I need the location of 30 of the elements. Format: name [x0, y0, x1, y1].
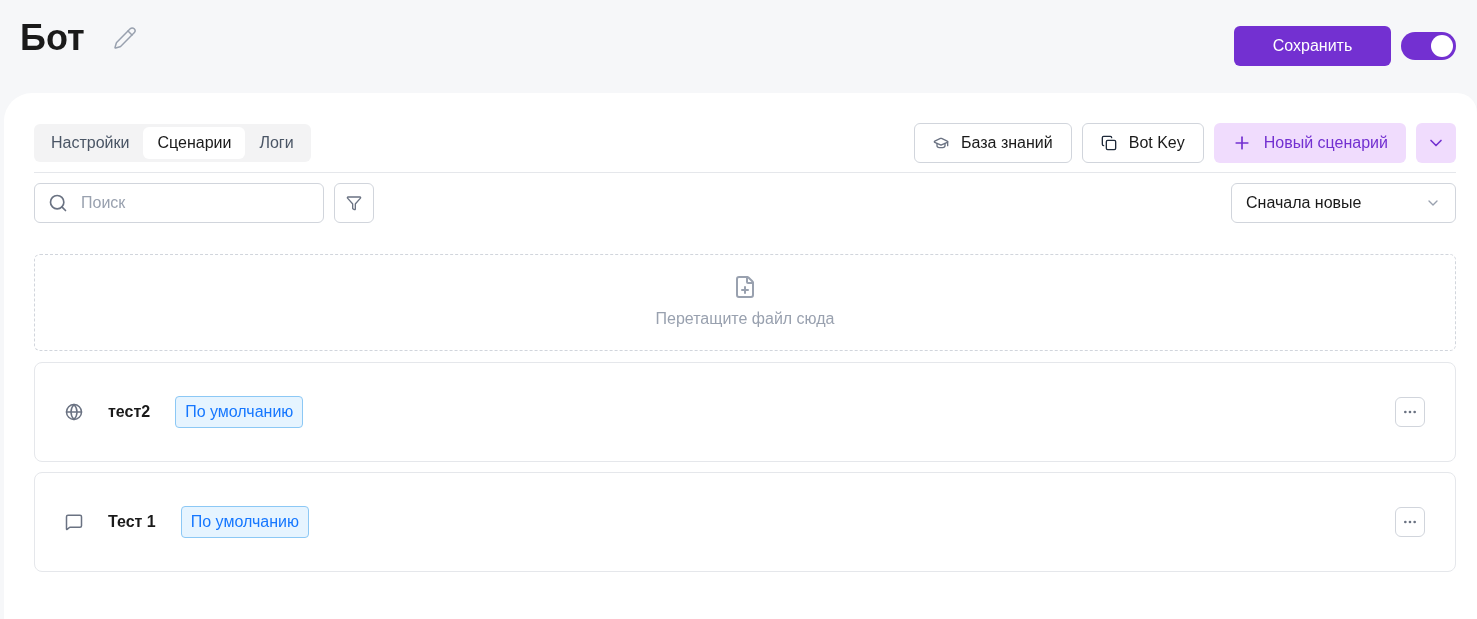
drop-zone-hint: Перетащите файл сюда	[655, 308, 835, 329]
default-tag: По умолчанию	[175, 396, 304, 428]
sort-select[interactable]: Сначала новые	[1231, 183, 1456, 223]
filter-icon	[346, 195, 362, 211]
scenario-card[interactable]: Тест 1 По умолчанию	[34, 472, 1456, 572]
file-plus-icon	[733, 274, 757, 299]
new-scenario-button[interactable]: Новый сценарий	[1213, 123, 1406, 163]
search-icon	[48, 193, 68, 213]
enable-toggle[interactable]	[1401, 32, 1456, 60]
scenario-card[interactable]: тест2 По умолчанию	[34, 362, 1456, 462]
filter-button[interactable]	[334, 183, 374, 223]
save-button[interactable]: Сохранить	[1234, 26, 1391, 66]
default-tag: По умолчанию	[180, 506, 309, 538]
copy-icon	[1100, 135, 1117, 151]
scenario-name: Тест 1	[108, 512, 156, 532]
page-title: Бот	[20, 20, 85, 56]
toolbar-button[interactable]: Bot Key	[1081, 123, 1204, 163]
tab[interactable]: Логи	[245, 127, 308, 159]
more-button[interactable]	[1395, 507, 1425, 537]
scenario-name: тест2	[108, 402, 151, 422]
edit-pencil-icon[interactable]	[112, 26, 137, 50]
toolbar-button[interactable]: База знаний	[914, 123, 1072, 163]
globe-icon	[65, 403, 83, 421]
more-button[interactable]	[1395, 397, 1425, 427]
graduation-cap-icon	[933, 135, 950, 151]
tab[interactable]: Сценарии	[143, 127, 246, 159]
dropdown-button[interactable]	[1416, 123, 1456, 163]
search-field[interactable]: Поиск	[34, 183, 324, 223]
tab[interactable]: Настройки	[37, 127, 144, 159]
chat-icon	[65, 513, 83, 531]
